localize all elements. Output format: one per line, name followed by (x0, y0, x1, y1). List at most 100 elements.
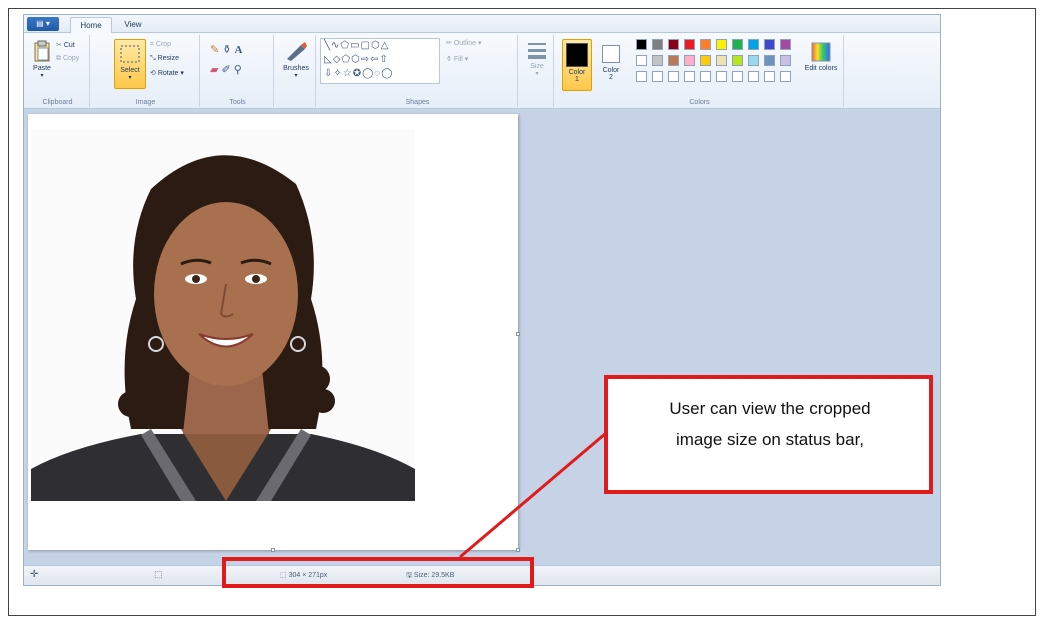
resize-handle-right[interactable] (516, 332, 520, 336)
palette-swatch[interactable] (652, 71, 663, 82)
edit-colors-icon (811, 42, 831, 62)
colors-group: Color 1 Color 2 Edit colors Colors (556, 35, 844, 107)
color-2-button[interactable]: Color 2 (596, 39, 626, 81)
select-button[interactable]: Select ▾ (114, 39, 146, 89)
palette-swatch[interactable] (748, 71, 759, 82)
palette-swatch[interactable] (636, 55, 647, 66)
outline-label: Outline ▾ (453, 40, 482, 47)
magnifier-icon[interactable]: ⚲ (234, 64, 245, 76)
palette-swatch[interactable] (780, 71, 791, 82)
brushes-group: Brushes ▾ (276, 35, 316, 107)
resize-handle-bottom[interactable] (271, 548, 275, 552)
palette-swatch[interactable] (684, 39, 695, 50)
woman-portrait-image (31, 155, 415, 501)
file-menu-button[interactable]: ▤ ▾ (27, 17, 59, 31)
palette-swatch[interactable] (780, 55, 791, 66)
color-2-swatch (602, 45, 620, 63)
rotate-button[interactable]: ⟲ Rotate ▾ (150, 69, 184, 77)
fill-label: Fill ▾ (453, 56, 469, 63)
palette-swatch[interactable] (764, 39, 775, 50)
palette-swatch[interactable] (748, 39, 759, 50)
tools-group-label: Tools (229, 99, 246, 106)
palette-swatch[interactable] (668, 39, 679, 50)
shapes-group: ╲∿⬠▭▢⬡△ ◺◇⬠⬡⇨⇦⇧ ⇩✧☆✪◯◌◯ ✏ Outline ▾ ⚱ Fi… (318, 35, 518, 107)
outline-icon: ✏ (446, 40, 452, 47)
crosshair-icon: ✛ (30, 569, 39, 580)
resize-icon: ⤡ (150, 55, 156, 62)
fill-bucket-icon[interactable]: ⚱ (222, 44, 234, 56)
resize-button[interactable]: ⤡ Resize (150, 55, 179, 63)
paste-button[interactable]: Paste ▾ (30, 39, 54, 79)
size-button[interactable]: Size ▾ (524, 41, 550, 77)
palette-swatch[interactable] (732, 55, 743, 66)
copy-icon: ⧉ (56, 55, 61, 62)
annotation-callout: User can view the cropped image size on … (604, 375, 933, 494)
fill-button[interactable]: ⚱ Fill ▾ (446, 55, 468, 63)
palette-swatch[interactable] (700, 71, 711, 82)
select-label: Select (120, 67, 140, 74)
ribbon: Paste ▾ ✂ Cut ⧉ Copy Clipboard Select ▾ … (24, 33, 940, 109)
cut-button[interactable]: ✂ Cut (56, 41, 75, 49)
select-icon (120, 45, 140, 63)
copy-label: Copy (62, 55, 80, 62)
crop-icon: ⌗ (150, 41, 154, 48)
shapes-gallery[interactable]: ╲∿⬠▭▢⬡△ ◺◇⬠⬡⇨⇦⇧ ⇩✧☆✪◯◌◯ (320, 38, 440, 84)
palette-swatch[interactable] (716, 55, 727, 66)
brushes-button[interactable]: Brushes ▾ (280, 39, 312, 79)
paste-label: Paste (33, 65, 51, 72)
palette-swatch[interactable] (748, 55, 759, 66)
size-group: Size ▾ (520, 35, 554, 107)
line-size-icon (528, 43, 546, 59)
palette-swatch[interactable] (652, 39, 663, 50)
palette-swatch[interactable] (764, 71, 775, 82)
palette-swatch[interactable] (684, 55, 695, 66)
color-2-label: Color (602, 67, 620, 74)
palette-swatch[interactable] (700, 55, 711, 66)
palette-swatch[interactable] (732, 39, 743, 50)
palette-swatch[interactable] (636, 39, 647, 50)
selection-icon: ⬚ (154, 569, 163, 579)
ribbon-tab-strip: ▤ ▾ Home View (24, 15, 940, 33)
resize-label: Resize (157, 55, 179, 62)
palette-swatch[interactable] (764, 55, 775, 66)
palette-swatch[interactable] (716, 39, 727, 50)
outline-button[interactable]: ✏ Outline ▾ (446, 39, 481, 47)
clipboard-group-label: Clipboard (42, 99, 73, 106)
color-1-button[interactable]: Color 1 (562, 39, 592, 91)
tab-view[interactable]: View (116, 17, 150, 33)
color-picker-icon[interactable]: ✐ (221, 64, 233, 76)
size-label: Size (530, 63, 544, 70)
rotate-label: Rotate ▾ (157, 70, 184, 77)
palette-swatch[interactable] (780, 39, 791, 50)
tools-group: ✎⚱A ▰✐⚲ Tools (202, 35, 274, 107)
eraser-icon[interactable]: ▰ (210, 64, 221, 76)
pencil-icon[interactable]: ✎ (210, 44, 222, 56)
palette-swatch[interactable] (716, 71, 727, 82)
shapes-group-label: Shapes (405, 99, 430, 106)
text-icon[interactable]: A (234, 44, 245, 56)
canvas-area[interactable] (24, 110, 940, 566)
palette-swatch[interactable] (668, 55, 679, 66)
copy-button[interactable]: ⧉ Copy (56, 55, 79, 63)
drawing-canvas[interactable] (28, 114, 520, 552)
palette-swatch[interactable] (700, 39, 711, 50)
resize-handle-corner[interactable] (516, 548, 520, 552)
crop-button[interactable]: ⌗ Crop (150, 41, 171, 49)
palette-swatch[interactable] (684, 71, 695, 82)
fill-icon: ⚱ (446, 56, 452, 63)
rotate-icon: ⟲ (150, 70, 156, 77)
paste-icon (34, 40, 50, 62)
edit-colors-label: Edit colors (804, 65, 838, 72)
palette-swatch[interactable] (636, 71, 647, 82)
palette-swatch[interactable] (668, 71, 679, 82)
palette-swatch[interactable] (652, 55, 663, 66)
callout-line-2: image size on status bar, (675, 430, 865, 449)
scissors-icon: ✂ (56, 42, 62, 49)
color-1-label: Color (568, 69, 586, 76)
tab-home[interactable]: Home (70, 17, 112, 33)
brush-icon (287, 42, 307, 61)
edit-colors-button[interactable]: Edit colors (804, 41, 838, 73)
palette-swatch[interactable] (732, 71, 743, 82)
color-1-swatch (566, 43, 588, 67)
image-group: Select ▾ ⌗ Crop ⤡ Resize ⟲ Rotate ▾ Imag… (92, 35, 200, 107)
